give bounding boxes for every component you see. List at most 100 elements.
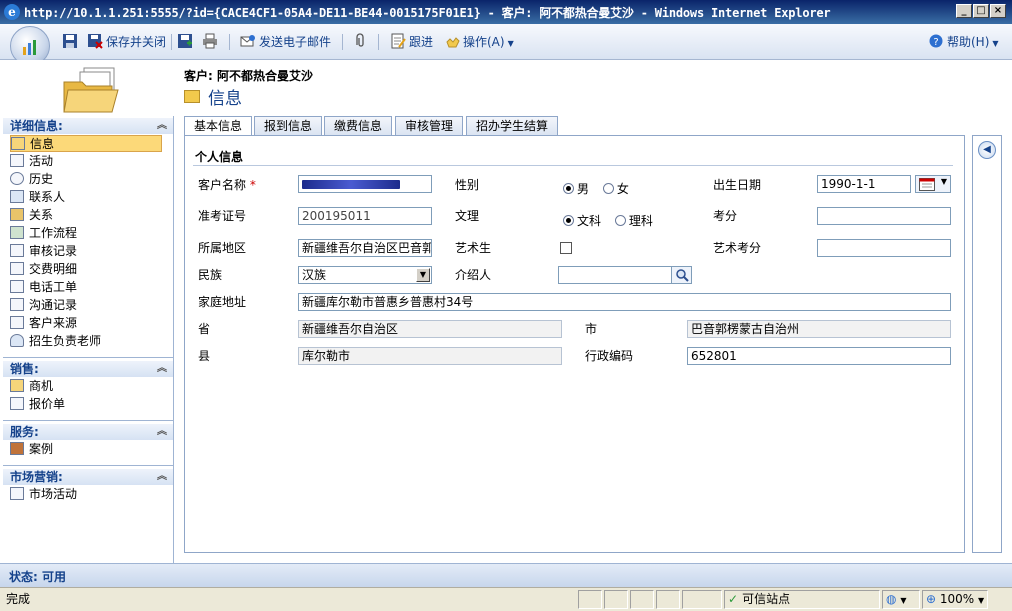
quote-icon xyxy=(10,397,24,410)
art-score-label: 艺术考分 xyxy=(713,241,762,255)
radio-icon xyxy=(614,215,626,226)
nav-item-phone-tickets[interactable]: 电话工单 xyxy=(10,279,162,296)
nav-group-sales[interactable]: 销售: ︽ xyxy=(3,361,173,377)
exam-no-field[interactable]: 200195011 xyxy=(298,207,432,225)
birth-date-field[interactable]: 1990-1-1 xyxy=(817,175,911,193)
save-button[interactable] xyxy=(62,33,81,51)
gender-male-radio[interactable]: 男 xyxy=(563,182,589,196)
protected-mode-button[interactable]: ◍ ▼ xyxy=(882,590,920,609)
send-email-button[interactable]: 发送电子邮件 xyxy=(240,33,331,51)
province-field[interactable]: 新疆维吾尔自治区 xyxy=(298,320,562,338)
form-panel: 个人信息 客户名称 * 性别 男 女 出生日期 1990-1-1 ▼ 准考证号 … xyxy=(184,135,965,553)
save-new-icon xyxy=(178,34,192,48)
follow-up-button[interactable]: 跟进 xyxy=(390,33,433,51)
nav-item-communication-records[interactable]: 沟通记录 xyxy=(10,297,162,314)
status-cell xyxy=(630,590,654,609)
lookup-button[interactable] xyxy=(671,266,692,284)
record-icon xyxy=(10,244,24,257)
svg-text:?: ? xyxy=(933,37,938,48)
art-student-checkbox[interactable] xyxy=(560,242,572,254)
save-and-close-button[interactable]: 保存并关闭 xyxy=(87,33,166,51)
nav-item-workflow[interactable]: 工作流程 xyxy=(10,225,162,242)
tab-payment-info[interactable]: 缴费信息 xyxy=(324,116,393,136)
ethnic-label: 民族 xyxy=(198,268,223,282)
status-cell xyxy=(656,590,680,609)
score-field[interactable] xyxy=(817,207,951,225)
folder-icon xyxy=(63,67,119,113)
record-header: 客户: 阿不都热合曼艾沙 信息 xyxy=(0,60,1012,116)
toolbar-separator xyxy=(342,34,343,50)
zoom-button[interactable]: ⊕ 100% ▼ xyxy=(922,590,988,609)
collapse-up-icon[interactable]: ︽ xyxy=(157,469,167,485)
subject-radio-group: 文科 理科 xyxy=(563,212,653,229)
right-side-rail: ◀ xyxy=(972,135,1002,553)
nav-item-cases[interactable]: 案例 xyxy=(10,441,162,458)
tab-basic-info[interactable]: 基本信息 xyxy=(184,116,253,137)
attach-button[interactable] xyxy=(352,33,371,51)
main-content: 基本信息 报到信息 缴费信息 审核管理 招办学生结算 个人信息 客户名称 * 性… xyxy=(174,116,1012,563)
nav-item-customer-source[interactable]: 客户来源 xyxy=(10,315,162,332)
section-divider xyxy=(193,165,953,166)
record-icon xyxy=(10,280,24,293)
address-field[interactable]: 新疆库尔勒市普惠乡普惠村34号 xyxy=(298,293,951,311)
nav-item-quotes[interactable]: 报价单 xyxy=(10,396,162,413)
nav-group-details[interactable]: 详细信息: ︽ xyxy=(3,118,173,134)
nav-group-marketing[interactable]: 市场营销: ︽ xyxy=(3,469,173,485)
nav-item-campaigns[interactable]: 市场活动 xyxy=(10,486,162,503)
county-field[interactable]: 库尔勒市 xyxy=(298,347,562,365)
nav-item-opportunities[interactable]: 商机 xyxy=(10,378,162,395)
subject-science-radio[interactable]: 理科 xyxy=(614,214,653,228)
tab-audit-management[interactable]: 审核管理 xyxy=(395,116,464,136)
tab-admissions-settlement[interactable]: 招办学生结算 xyxy=(466,116,559,136)
subject-arts-radio[interactable]: 文科 xyxy=(563,214,601,228)
chevron-down-icon: ▼ xyxy=(416,268,430,282)
date-picker-button[interactable]: ▼ xyxy=(915,175,951,193)
minimize-button[interactable]: _ xyxy=(956,4,972,18)
referrer-field[interactable] xyxy=(558,266,672,284)
user-icon xyxy=(10,334,24,347)
collapse-left-icon[interactable]: ◀ xyxy=(978,141,996,159)
collapse-up-icon[interactable]: ︽ xyxy=(157,424,167,440)
actions-menu-button[interactable]: 操作(A) ▼ xyxy=(444,33,514,51)
ethnic-select[interactable]: 汉族 ▼ xyxy=(298,266,432,284)
relationship-icon xyxy=(10,208,24,221)
nav-item-relationships[interactable]: 关系 xyxy=(10,207,162,224)
record-status: 状态: 可用 xyxy=(9,570,66,584)
close-button[interactable]: × xyxy=(990,4,1006,18)
customer-name-field[interactable] xyxy=(298,175,432,193)
subject-label: 文理 xyxy=(455,209,480,223)
radio-selected-icon xyxy=(563,183,574,194)
gender-female-radio[interactable]: 女 xyxy=(602,182,629,196)
email-icon xyxy=(240,35,255,47)
chevron-down-icon: ▼ xyxy=(507,39,514,48)
region-field[interactable]: 新疆维吾尔自治区巴音郭 xyxy=(298,239,432,257)
calendar-icon xyxy=(919,178,935,191)
chevron-down-icon: ▼ xyxy=(940,177,947,186)
trusted-zone[interactable]: ✓ 可信站点 xyxy=(724,590,880,609)
checkmark-icon: ✓ xyxy=(728,592,739,606)
admin-code-field[interactable]: 652801 xyxy=(687,347,951,365)
maximize-button[interactable]: □ xyxy=(973,4,989,18)
nav-item-info[interactable]: 信息 xyxy=(10,135,162,152)
ie-logo-icon: e xyxy=(4,4,20,20)
browser-status-bar: 完成 ✓ 可信站点 ◍ ▼ ⊕ 100% ▼ xyxy=(0,587,1012,611)
city-field[interactable]: 巴音郭楞蒙古自治州 xyxy=(687,320,951,338)
nav-item-recruiting-teacher[interactable]: 招生负责老师 xyxy=(10,333,162,350)
nav-item-contacts[interactable]: 联系人 xyxy=(10,189,162,206)
nav-item-history[interactable]: 历史 xyxy=(10,171,162,188)
opportunity-icon xyxy=(10,379,24,392)
nav-group-service[interactable]: 服务: ︽ xyxy=(3,424,173,440)
nav-item-audit-records[interactable]: 审核记录 xyxy=(10,243,162,260)
art-score-field[interactable] xyxy=(817,239,951,257)
collapse-up-icon[interactable]: ︽ xyxy=(157,361,167,377)
print-button[interactable] xyxy=(202,33,221,51)
collapse-up-icon[interactable]: ︽ xyxy=(157,118,167,134)
save-new-button[interactable] xyxy=(177,33,196,51)
radio-icon xyxy=(602,183,614,194)
paperclip-icon xyxy=(356,33,364,47)
tab-checkin-info[interactable]: 报到信息 xyxy=(254,116,323,136)
nav-item-activities[interactable]: 活动 xyxy=(10,153,162,170)
folder-icon xyxy=(184,90,200,103)
help-menu-button[interactable]: ? 帮助(H) ▼ xyxy=(928,33,999,51)
nav-item-payment-details[interactable]: 交费明细 xyxy=(10,261,162,278)
